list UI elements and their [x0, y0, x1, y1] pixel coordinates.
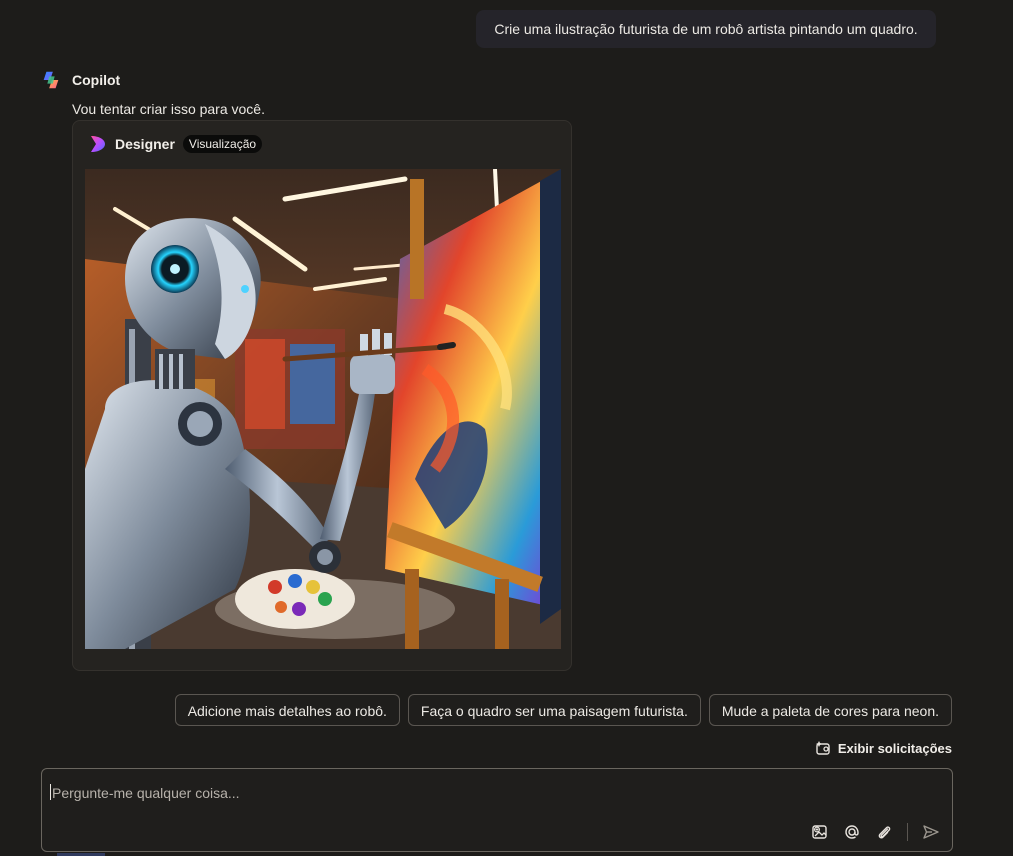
- designer-header: Designer Visualização: [87, 133, 263, 155]
- add-image-button[interactable]: [811, 823, 829, 841]
- copilot-logo-icon: [43, 71, 59, 89]
- suggestion-chips: Adicione mais detalhes ao robô. Faça o q…: [174, 694, 952, 726]
- user-message: Crie uma ilustração futurista de um robô…: [476, 10, 936, 48]
- bot-name: Copilot: [72, 72, 121, 88]
- robot-painter-image: [85, 169, 561, 649]
- suggestion-chip-neon-palette[interactable]: Mude a paleta de cores para neon.: [708, 694, 952, 726]
- tool-separator: [907, 823, 908, 841]
- mention-button[interactable]: [843, 823, 861, 841]
- composer-tools: [811, 823, 940, 841]
- chat-page: Crie uma ilustração futurista de um robô…: [0, 0, 1013, 856]
- designer-card: Designer Visualização: [72, 120, 572, 671]
- prompts-sparkle-icon: [815, 741, 830, 755]
- generated-image[interactable]: [85, 169, 561, 649]
- send-button[interactable]: [922, 823, 940, 841]
- suggestion-chip-robot-details[interactable]: Adicione mais detalhes ao robô.: [174, 694, 400, 726]
- bot-header: Copilot: [40, 69, 120, 91]
- bot-reply: Vou tentar criar isso para você.: [72, 101, 265, 117]
- preview-badge: Visualização: [182, 135, 263, 153]
- attach-icon: [878, 826, 891, 839]
- designer-logo-icon: [91, 136, 105, 152]
- show-prompts-button[interactable]: Exibir solicitações: [814, 739, 952, 757]
- chat-input[interactable]: [50, 781, 934, 805]
- text-caret: [50, 784, 51, 800]
- suggestion-chip-futuristic-landscape[interactable]: Faça o quadro ser uma paisagem futurista…: [407, 694, 701, 726]
- mention-icon: [845, 825, 859, 839]
- chat-composer: [41, 768, 953, 852]
- show-prompts-label: Exibir solicitações: [837, 740, 952, 756]
- designer-name: Designer: [115, 136, 175, 152]
- attach-button[interactable]: [875, 823, 893, 841]
- add-image-icon: [812, 825, 827, 839]
- send-icon: [923, 825, 939, 839]
